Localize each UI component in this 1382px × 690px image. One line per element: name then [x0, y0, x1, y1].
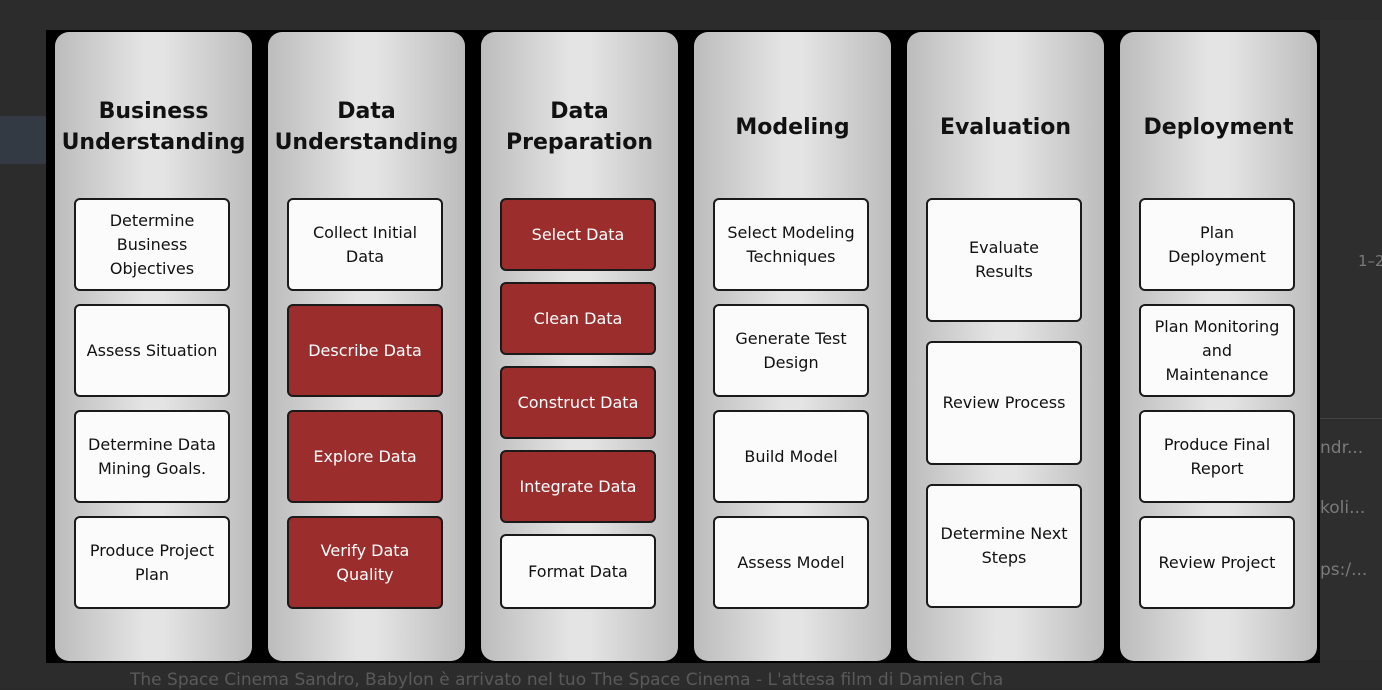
- phase-column: Evaluation Evaluate Results Review Process…: [907, 32, 1104, 661]
- task-box-highlighted: Construct Data: [500, 366, 656, 439]
- phase-column: Business Understanding Determine Business…: [55, 32, 252, 661]
- task-box: Build Model: [713, 410, 869, 503]
- background-text: 1–2: [1358, 252, 1382, 270]
- background-text: ndr...: [1320, 438, 1364, 458]
- background-strip: [0, 116, 48, 164]
- task-box: Generate Test Design: [713, 304, 869, 397]
- phase-title: Evaluation: [939, 114, 1072, 140]
- phase-column: Data Preparation Select Data Clean Data Con…: [481, 32, 678, 661]
- phase-title: Data Understanding: [274, 99, 459, 155]
- phase-column: Deployment Plan Deployment Plan Monitoring…: [1120, 32, 1317, 661]
- phase-title: Deployment: [1143, 114, 1294, 140]
- task-box: Produce Project Plan: [74, 516, 230, 609]
- task-box-highlighted: Verify Data Quality: [287, 516, 443, 609]
- task-box: Review Process: [926, 341, 1082, 465]
- phase-column: Modeling Select Modeling Techniques Genera…: [694, 32, 891, 661]
- phase-title: Business Understanding: [61, 99, 246, 155]
- task-box: Determine Data Mining Goals.: [74, 410, 230, 503]
- task-box-highlighted: Integrate Data: [500, 450, 656, 523]
- phase-title: Data Preparation: [505, 99, 654, 155]
- task-box-highlighted: Select Data: [500, 198, 656, 271]
- task-box: Select Modeling Techniques: [713, 198, 869, 291]
- task-box-highlighted: Clean Data: [500, 282, 656, 355]
- task-box: Produce Final Report: [1139, 410, 1295, 503]
- task-box: Assess Model: [713, 516, 869, 609]
- task-box: Determine Business Objectives: [74, 198, 230, 291]
- task-box: Plan Deployment: [1139, 198, 1295, 291]
- task-box: Collect Initial Data: [287, 198, 443, 291]
- task-box-highlighted: Explore Data: [287, 410, 443, 503]
- background-text: ps:/...: [1320, 560, 1368, 580]
- task-box: Review Project: [1139, 516, 1295, 609]
- crisp-dm-diagram: Business Understanding Determine Business…: [46, 30, 1320, 663]
- task-box: Assess Situation: [74, 304, 230, 397]
- background-text: The Space Cinema Sandro, Babylon è arriv…: [130, 670, 1004, 690]
- phase-column: Data Understanding Collect Initial Data De…: [268, 32, 465, 661]
- task-box: Determine Next Steps: [926, 484, 1082, 608]
- task-box: Plan Monitoring and Maintenance: [1139, 304, 1295, 397]
- background-text: koli...: [1320, 498, 1366, 518]
- task-box: Evaluate Results: [926, 198, 1082, 322]
- background-divider: [1320, 418, 1382, 419]
- phase-title: Modeling: [735, 114, 850, 140]
- task-box-highlighted: Describe Data: [287, 304, 443, 397]
- task-box: Format Data: [500, 534, 656, 609]
